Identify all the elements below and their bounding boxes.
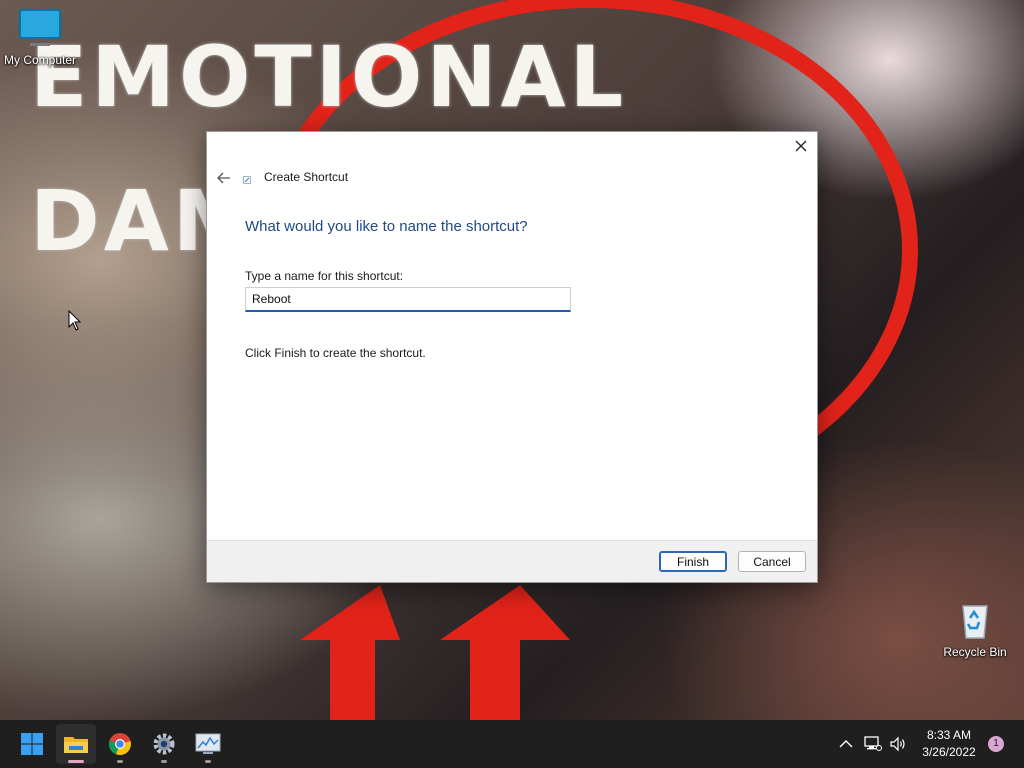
finish-hint-text: Click Finish to create the shortcut. — [245, 346, 426, 360]
desktop-icon-my-computer[interactable]: My Computer — [0, 8, 80, 67]
windows-logo-icon — [21, 733, 43, 755]
network-button[interactable] — [862, 720, 884, 768]
create-shortcut-dialog: Create Shortcut What would you like to n… — [206, 131, 818, 583]
clock-time: 8:33 AM — [926, 728, 972, 742]
close-icon — [795, 140, 807, 152]
back-arrow-icon — [217, 172, 230, 184]
wallpaper-red-arrow-right — [440, 585, 570, 720]
active-indicator — [68, 760, 84, 763]
desktop-icon-recycle-bin[interactable]: Recycle Bin — [935, 600, 1015, 659]
chrome-icon — [108, 733, 131, 756]
chevron-up-icon — [839, 740, 853, 748]
notification-badge[interactable]: 1 — [988, 736, 1004, 752]
dialog-heading: What would you like to name the shortcut… — [245, 218, 528, 235]
running-indicator — [161, 760, 167, 763]
finish-button[interactable]: Finish — [659, 551, 727, 572]
dialog-footer: Finish Cancel — [207, 540, 817, 582]
volume-icon — [890, 736, 905, 752]
back-button[interactable] — [212, 168, 236, 188]
cancel-button[interactable]: Cancel — [738, 551, 806, 572]
show-hidden-icons-button[interactable] — [836, 720, 856, 768]
clock[interactable]: 8:33 AM 3/26/2022 — [912, 727, 986, 761]
start-button[interactable] — [12, 724, 52, 764]
computer-icon — [19, 9, 61, 46]
monitor-chart-icon — [195, 733, 221, 754]
volume-button[interactable] — [887, 720, 909, 768]
folder-icon — [64, 737, 88, 753]
wallpaper-text-emotional: EMOTIONAL — [30, 28, 628, 126]
taskbar-settings[interactable] — [144, 724, 184, 764]
gear-icon — [153, 733, 175, 755]
dialog-title: Create Shortcut — [264, 170, 349, 184]
shortcut-name-label: Type a name for this shortcut: — [245, 269, 404, 283]
recycle-bin-icon — [962, 605, 988, 639]
shortcut-name-input[interactable] — [245, 287, 571, 312]
taskbar-resource-monitor[interactable] — [188, 724, 228, 764]
wallpaper-red-arrow-left — [300, 585, 400, 720]
clock-date: 3/26/2022 — [922, 745, 976, 759]
taskbar-chrome[interactable] — [100, 724, 140, 764]
running-indicator — [117, 760, 123, 763]
mouse-cursor-icon — [68, 310, 82, 331]
shortcut-wizard-icon — [243, 176, 251, 184]
close-button[interactable] — [785, 132, 817, 160]
desktop-icon-label: Recycle Bin — [943, 645, 1007, 659]
running-indicator — [205, 760, 211, 763]
network-icon — [864, 736, 882, 751]
desktop-icon-label: My Computer — [3, 53, 77, 67]
taskbar-file-explorer[interactable] — [56, 724, 96, 764]
taskbar: 8:33 AM 3/26/2022 — [0, 720, 1024, 768]
